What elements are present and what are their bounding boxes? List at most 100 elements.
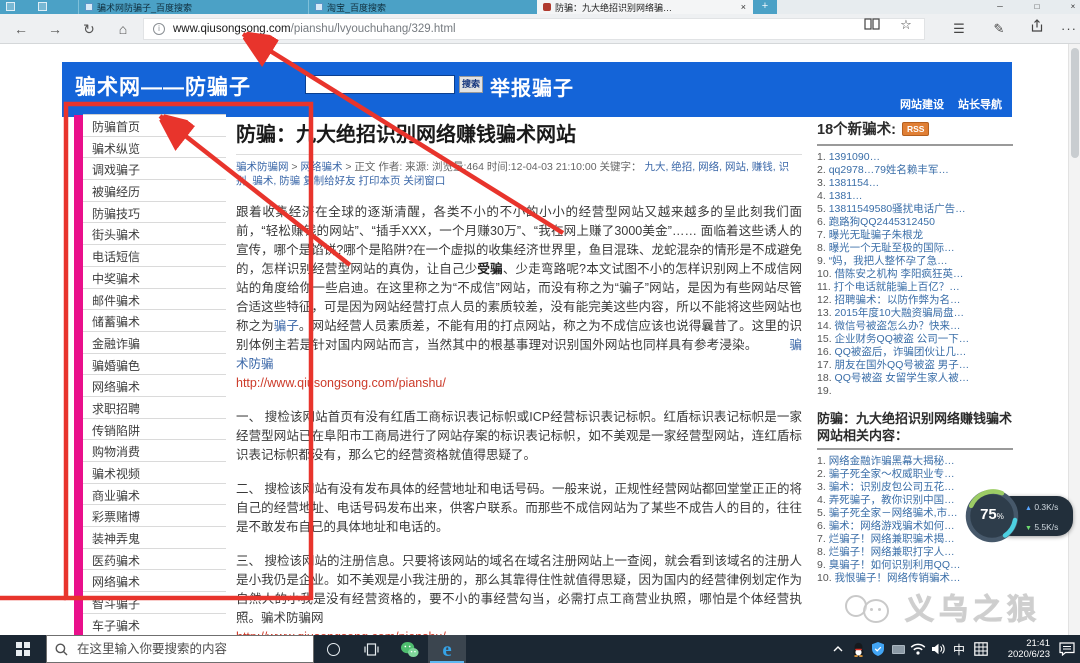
action-center-button[interactable]	[1054, 635, 1080, 663]
sidebar-menu-item[interactable]: 智斗骗子	[83, 592, 226, 614]
sidebar-menu-item[interactable]: 传销陷阱	[83, 419, 226, 441]
scam-list-item[interactable]: 1381154…	[817, 177, 1013, 190]
sidebar-menu-item[interactable]: 街头骗术	[83, 223, 226, 245]
scam-list-item[interactable]: QQ被盗后，诈骗团伙让几…	[817, 346, 1013, 359]
site-info-icon[interactable]: i	[153, 23, 165, 35]
sidebar-menu-item[interactable]: 防骗首页	[83, 115, 226, 137]
scam-link[interactable]: 微信号被盗怎么办？快来…	[835, 320, 961, 332]
scrollbar-thumb[interactable]	[1071, 48, 1079, 158]
scam-list-item[interactable]: 招聘骗术：以防作弊为名…	[817, 294, 1013, 307]
hub-icon[interactable]: ☰	[944, 17, 974, 41]
tab-baidu-search-1[interactable]: 骗术网防骗子_百度搜索	[78, 0, 308, 14]
address-bar[interactable]: i www.qiusongsong.com/pianshu/lvyouchuha…	[143, 18, 925, 40]
rss-badge[interactable]: RSS	[902, 122, 929, 136]
url-text[interactable]: www.qiusongsong.com/pianshu/lvyouchuhang…	[173, 23, 456, 35]
scam-link[interactable]: “妈，我把人整怀孕了急…	[829, 255, 948, 267]
scam-link[interactable]: 13811549580骚扰电话广告…	[829, 203, 966, 215]
scam-list-item[interactable]: 1391090…	[817, 151, 1013, 164]
taskbar-search-input[interactable]	[75, 641, 305, 657]
tab-close-icon[interactable]: ×	[740, 0, 747, 14]
scam-link[interactable]: qq2978…79姓名赖丰军…	[829, 164, 949, 176]
related-list-item[interactable]: 臭骗子！如何识别利用QQ…	[817, 559, 1013, 572]
breadcrumb[interactable]: 骗术防骗网 > 网络骗术 > 正文 作者: 来源: 浏览量:464 时间:12-…	[236, 160, 802, 188]
refresh-icon[interactable]: ↻	[76, 17, 102, 41]
scam-link[interactable]: 1381…	[829, 190, 863, 202]
scam-link[interactable]: 曝光无耻骗子朱根龙	[829, 229, 924, 241]
sidebar-menu-item[interactable]: 购物消费	[83, 440, 226, 462]
ime-grid-icon[interactable]	[970, 635, 992, 663]
related-link[interactable]: 骗子死全家～权威职业专…	[829, 468, 955, 480]
sidebar-menu-item[interactable]: 邮件骗术	[83, 289, 226, 311]
sidebar-menu-item[interactable]: 电话短信	[83, 245, 226, 267]
nav-link-site-build[interactable]: 网站建设	[900, 96, 944, 112]
sidebar-menu-item[interactable]: 骗婚骗色	[83, 354, 226, 376]
sidebar-menu-item[interactable]: 车子骗术	[83, 614, 226, 635]
scam-list-item[interactable]: 1381…	[817, 190, 1013, 203]
nav-link-webmaster[interactable]: 站长导航	[958, 96, 1002, 112]
task-view-button[interactable]	[352, 635, 390, 663]
related-list-item[interactable]: 烂骗子！网络兼职打字人…	[817, 546, 1013, 559]
scam-list-item[interactable]: 借陈安之机构 李阳疯狂英…	[817, 268, 1013, 281]
sidebar-menu-item[interactable]: 调戏骗子	[83, 158, 226, 180]
sidebar-menu-item[interactable]: 商业骗术	[83, 484, 226, 506]
related-link[interactable]: 烂骗子！网络兼职打字人…	[829, 546, 955, 558]
taskbar-clock[interactable]: 21:41 2020/6/23	[992, 638, 1054, 660]
scam-list-item[interactable]: “妈，我把人整怀孕了急…	[817, 255, 1013, 268]
scam-list-item[interactable]: qq2978…79姓名赖丰军…	[817, 164, 1013, 177]
related-link[interactable]: 我恨骗子！网络传销骗术…	[835, 572, 961, 584]
scam-link[interactable]: 曝光一个无耻至极的国际…	[829, 242, 955, 254]
tray-chevron-icon[interactable]	[828, 635, 848, 663]
related-list-item[interactable]: 我恨骗子！网络传销骗术…	[817, 572, 1013, 585]
scam-list-item[interactable]: 朋友在国外QQ号被盗 男子…	[817, 359, 1013, 372]
related-link[interactable]: 骗术：识别皮包公司五花…	[829, 481, 955, 493]
maximize-button[interactable]: □	[1022, 0, 1052, 14]
scam-list-item[interactable]: 曝光无耻骗子朱根龙	[817, 229, 1013, 242]
related-list-item[interactable]: 网络金融诈骗黑幕大揭秘…	[817, 455, 1013, 468]
share-icon[interactable]	[1022, 17, 1052, 41]
scam-list-item[interactable]: QQ号被盗 女留学生家人被…	[817, 372, 1013, 385]
scam-list-item[interactable]	[817, 385, 1013, 398]
scam-list-item[interactable]: 跑路狗QQ2445312450	[817, 216, 1013, 229]
tab-baidu-search-2[interactable]: 淘宝_百度搜索	[308, 0, 537, 14]
sidebar-menu-item[interactable]: 网络骗术	[83, 570, 226, 592]
scam-link[interactable]: 朋友在国外QQ号被盗 男子…	[835, 359, 970, 371]
scam-link[interactable]: 2015年度10大融资骗局盘…	[835, 307, 965, 319]
sidebar-menu-item[interactable]: 防骗技巧	[83, 202, 226, 224]
security-shield-tray-icon[interactable]	[868, 635, 888, 663]
set-tabs-aside-icon[interactable]	[6, 2, 15, 11]
web-note-pen-icon[interactable]: ✎	[984, 17, 1014, 41]
related-link[interactable]: 网络金融诈骗黑幕大揭秘…	[829, 455, 955, 467]
scam-list-item[interactable]: 曝光一个无耻至极的国际…	[817, 242, 1013, 255]
scam-list-item[interactable]: 2015年度10大融资骗局盘…	[817, 307, 1013, 320]
edge-taskbar-button[interactable]: e	[428, 635, 466, 663]
more-menu-icon[interactable]: ···	[1054, 17, 1080, 41]
sidebar-menu-item[interactable]: 储蓄骗术	[83, 310, 226, 332]
scam-link[interactable]: 企业财务QQ被盗 公司一下…	[835, 333, 970, 345]
article-url-link[interactable]: http://www.qiusongsong.com/pianshu/	[236, 374, 802, 393]
favorite-star-icon[interactable]: ☆	[892, 17, 920, 33]
qq-tray-icon[interactable]	[848, 635, 868, 663]
sidebar-menu-item[interactable]: 被骗经历	[83, 180, 226, 202]
related-link[interactable]: 骗子死全家－网络骗术,市…	[829, 507, 958, 519]
scam-link[interactable]: 跑路狗QQ2445312450	[829, 216, 935, 228]
sidebar-menu-item[interactable]: 求职招聘	[83, 397, 226, 419]
related-list-item[interactable]: 骗子死全家～权威职业专…	[817, 468, 1013, 481]
home-icon[interactable]: ⌂	[110, 17, 136, 41]
sidebar-menu-item[interactable]: 中奖骗术	[83, 267, 226, 289]
sidebar-menu-item[interactable]: 医药骗术	[83, 549, 226, 571]
new-tab-button[interactable]: +	[753, 0, 777, 14]
scam-list-item[interactable]: 企业财务QQ被盗 公司一下…	[817, 333, 1013, 346]
scam-link[interactable]: QQ号被盗 女留学生家人被…	[835, 372, 970, 384]
related-link[interactable]: 臭骗子！如何识别利用QQ…	[829, 559, 961, 571]
input-method-indicator[interactable]: 中	[948, 641, 970, 658]
site-search-input[interactable]	[305, 75, 455, 94]
reading-view-icon[interactable]	[858, 17, 886, 33]
tab-preview-icon[interactable]	[38, 2, 47, 11]
scam-list-item[interactable]: 13811549580骚扰电话广告…	[817, 203, 1013, 216]
site-search-button[interactable]: 搜索	[459, 76, 483, 93]
taskbar-search-box[interactable]	[46, 635, 314, 663]
report-scammer-link[interactable]: 举报骗子	[490, 72, 574, 101]
sidebar-menu-item[interactable]: 金融诈骗	[83, 332, 226, 354]
device-tray-icon[interactable]	[888, 635, 908, 663]
article-url-link[interactable]: http://www.qiusongsong.com/pianshu/	[236, 628, 802, 635]
